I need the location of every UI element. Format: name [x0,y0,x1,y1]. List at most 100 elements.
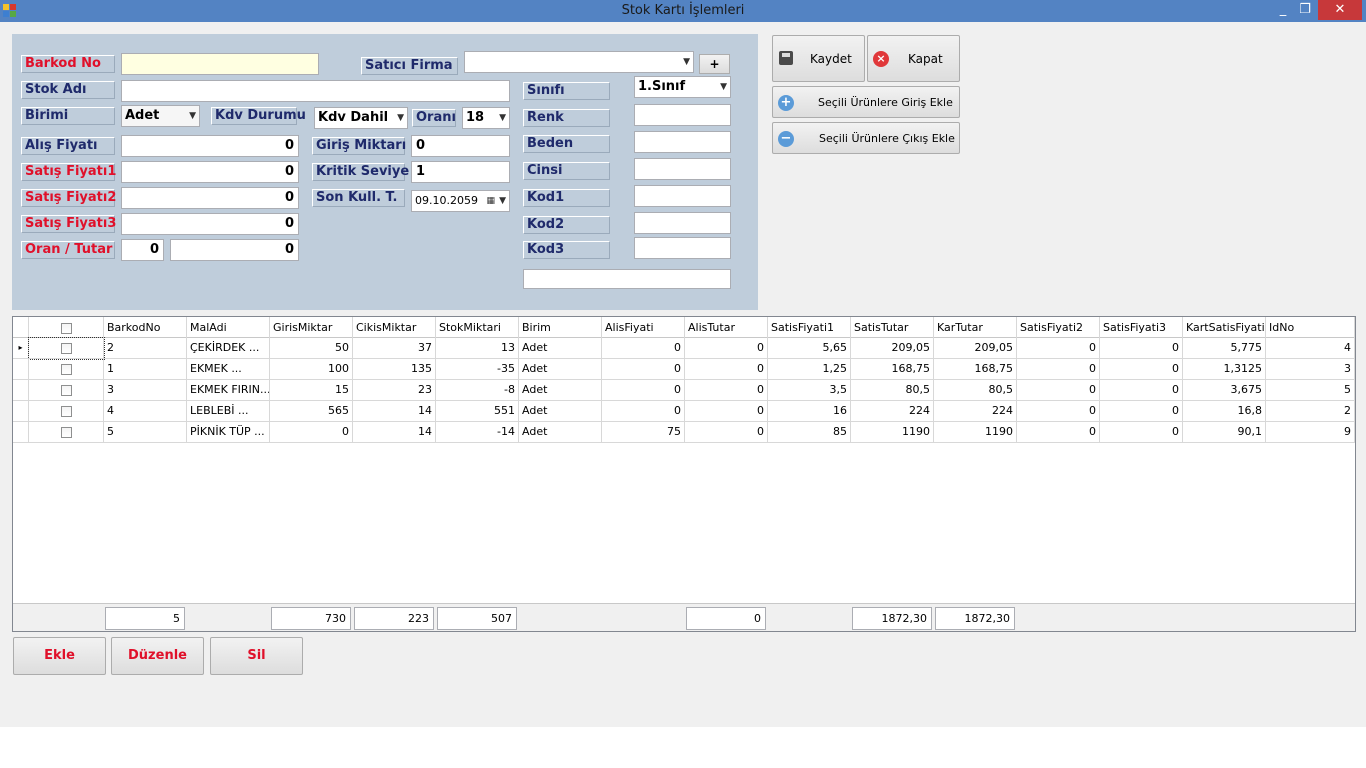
kaydet-label: Kaydet [810,52,852,66]
table-cell-satisfiyati2: 0 [1017,338,1100,359]
row-checkbox[interactable] [60,426,72,438]
select-all-checkbox[interactable] [60,322,72,334]
table-cell-alisfiyati: 0 [602,338,685,359]
kritik-seviye-input[interactable]: 1 [411,161,510,183]
select-all-checkbox-cell[interactable] [29,317,104,338]
birimi-select[interactable]: Adet ▼ [121,105,200,127]
row-header[interactable] [13,359,29,380]
grid-header: BarkodNo MalAdi GirisMiktar CikisMiktar Stok… [13,317,1355,338]
row-header[interactable] [13,380,29,401]
sil-button[interactable]: Sil [210,637,303,675]
table-cell-satisfiyati1: 16 [768,401,851,422]
kod3-label: Kod3 [523,241,610,259]
column-header-alistutar[interactable]: AlisTutar [685,317,768,338]
column-header-barkodno[interactable]: BarkodNo [104,317,187,338]
table-cell-satistutar: 1190 [851,422,934,443]
column-header-satistutar[interactable]: SatisTutar [851,317,934,338]
sinifi-value: 1.Sınıf [638,79,686,94]
maximize-icon[interactable]: ❐ [1292,0,1318,20]
calendar-icon: ▦ [486,196,495,206]
row-checkbox-cell[interactable] [29,422,104,443]
column-header-satisfiyati1[interactable]: SatisFiyati1 [768,317,851,338]
column-header-alisfiyati[interactable]: AlisFiyati [602,317,685,338]
kdv-durumu-label: Kdv Durumu [211,107,306,125]
row-checkbox[interactable] [60,342,72,354]
table-cell-satisfiyati1: 85 [768,422,851,443]
barkod-input[interactable] [121,53,319,75]
column-header-girismiktar[interactable]: GirisMiktar [270,317,353,338]
column-header-satisfiyati3[interactable]: SatisFiyati3 [1100,317,1183,338]
alis-fiyati-input[interactable]: 0 [121,135,299,157]
orani-select[interactable]: 18 ▼ [462,107,510,129]
giris-ekle-button[interactable]: + Seçili Ürünlere Giriş Ekle [772,86,960,118]
column-header-satisfiyati2[interactable]: SatisFiyati2 [1017,317,1100,338]
sinifi-select[interactable]: 1.Sınıf ▼ [634,76,731,98]
stok-adi-input[interactable] [121,80,510,102]
table-cell-alisfiyati: 0 [602,380,685,401]
column-header-idno[interactable]: IdNo [1266,317,1355,338]
row-checkbox[interactable] [60,384,72,396]
column-header-stokmiktari[interactable]: StokMiktari [436,317,519,338]
row-checkbox[interactable] [60,405,72,417]
grid-row-header-corner [13,317,29,338]
renk-input[interactable] [634,104,731,126]
table-cell-idno: 5 [1266,380,1355,401]
table-cell-alistutar: 0 [685,401,768,422]
chevron-down-icon: ▼ [499,113,506,123]
cinsi-input[interactable] [634,158,731,180]
kaydet-button[interactable]: Kaydet [772,35,865,82]
table-cell-girismiktar: 50 [270,338,353,359]
table-cell-satisfiyati3: 0 [1100,338,1183,359]
row-checkbox-cell[interactable] [29,380,104,401]
grid-totals-footer: 5 730 223 507 0 1872,30 1872,30 [13,603,1355,631]
column-header-kartutar[interactable]: KarTutar [934,317,1017,338]
ekle-button[interactable]: Ekle [13,637,106,675]
kapat-button[interactable]: × Kapat [867,35,960,82]
row-header[interactable] [13,422,29,443]
kod3-input[interactable] [634,237,731,259]
kdv-durumu-select[interactable]: Kdv Dahil ▼ [314,107,408,129]
giris-miktari-input[interactable]: 0 [411,135,510,157]
close-icon[interactable]: ✕ [1318,0,1362,20]
row-checkbox-cell[interactable] [28,337,105,360]
table-cell-girismiktar: 0 [270,422,353,443]
satici-firma-select[interactable]: ▼ [464,51,694,73]
add-firma-button[interactable]: + [699,54,730,74]
stock-form-panel: Barkod No Satıcı Firma ▼ + Stok Adı Biri… [12,34,758,310]
row-checkbox-cell[interactable] [29,401,104,422]
extra-input[interactable] [523,269,731,289]
row-checkbox[interactable] [60,363,72,375]
column-header-maladi[interactable]: MalAdi [187,317,270,338]
kod1-input[interactable] [634,185,731,207]
tutar-input[interactable]: 0 [170,239,299,261]
satis-fiyati2-input[interactable]: 0 [121,187,299,209]
stock-data-grid[interactable]: BarkodNo MalAdi GirisMiktar CikisMiktar Stok… [12,316,1356,632]
table-cell-maladi: ÇEKİRDEK ... [187,338,270,359]
column-header-kartsatisfiyati[interactable]: KartSatisFiyati [1183,317,1266,338]
table-cell-satisfiyati2: 0 [1017,401,1100,422]
kritik-seviye-label: Kritik Seviye [312,163,409,181]
total-alis-tutar: 0 [686,607,766,630]
table-cell-birim: Adet [519,422,602,443]
satis-fiyati3-input[interactable]: 0 [121,213,299,235]
beden-input[interactable] [634,131,731,153]
oran-input[interactable]: 0 [121,239,164,261]
table-cell-girismiktar: 565 [270,401,353,422]
duzenle-button[interactable]: Düzenle [111,637,204,675]
chevron-down-icon: ▼ [397,113,404,123]
beden-label: Beden [523,135,610,153]
kod2-label: Kod2 [523,216,610,234]
table-cell-satistutar: 209,05 [851,338,934,359]
son-kullanma-datepicker[interactable]: 09.10.2059 ▦ ▼ [411,190,510,212]
row-checkbox-cell[interactable] [29,359,104,380]
column-header-birim[interactable]: Birim [519,317,602,338]
table-cell-stokmiktari: 13 [436,338,519,359]
cikis-ekle-button[interactable]: − Seçili Ürünlere Çıkış Ekle [772,122,960,154]
column-header-cikismiktar[interactable]: CikisMiktar [353,317,436,338]
satis-fiyati1-input[interactable]: 0 [121,161,299,183]
kod2-input[interactable] [634,212,731,234]
row-header[interactable]: ▸ [13,338,29,359]
row-header[interactable] [13,401,29,422]
son-kullanma-label: Son Kull. T. [312,189,405,207]
table-cell-satisfiyati1: 3,5 [768,380,851,401]
